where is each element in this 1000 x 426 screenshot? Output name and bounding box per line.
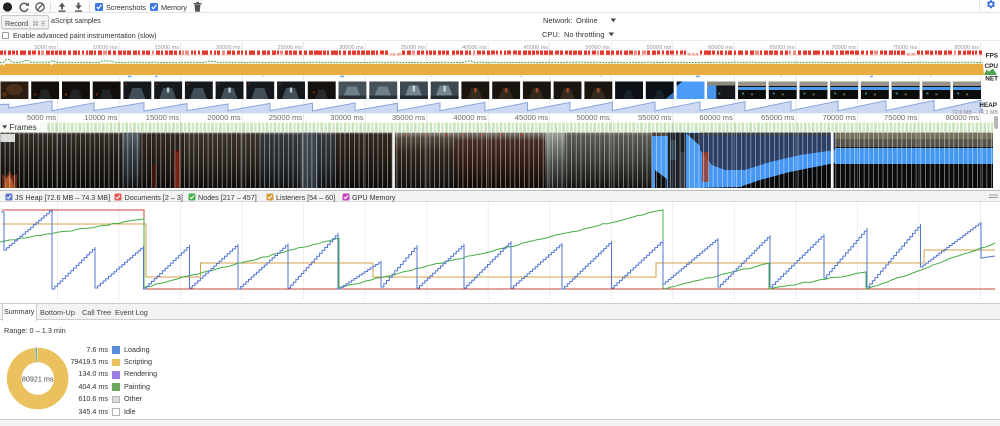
- svg-text:5000 ms: 5000 ms: [35, 45, 57, 51]
- svg-text:20000 ms: 20000 ms: [216, 45, 241, 51]
- svg-text:20000 ms: 20000 ms: [207, 113, 241, 122]
- svg-text:10000 ms: 10000 ms: [93, 45, 118, 51]
- svg-text:30000 ms: 30000 ms: [339, 45, 364, 51]
- svg-text:55000 ms: 55000 ms: [647, 45, 672, 51]
- svg-text:72.6 MB – 74.3 MB: 72.6 MB – 74.3 MB: [952, 110, 999, 116]
- svg-text:40000 ms: 40000 ms: [453, 113, 487, 122]
- svg-text:10000 ms: 10000 ms: [84, 113, 118, 122]
- svg-text:50000 ms: 50000 ms: [585, 45, 610, 51]
- svg-text:HEAP: HEAP: [979, 102, 997, 109]
- svg-text:45000 ms: 45000 ms: [515, 113, 549, 122]
- svg-text:75000 ms: 75000 ms: [884, 113, 918, 122]
- svg-text:80000 ms: 80000 ms: [954, 45, 979, 51]
- svg-text:65000 ms: 65000 ms: [761, 113, 795, 122]
- svg-text:75000 ms: 75000 ms: [893, 45, 918, 51]
- svg-text:Frames: Frames: [10, 123, 37, 132]
- svg-text:50000 ms: 50000 ms: [576, 113, 610, 122]
- svg-text:60000 ms: 60000 ms: [708, 45, 733, 51]
- svg-text:65000 ms: 65000 ms: [770, 45, 795, 51]
- svg-text:55000 ms: 55000 ms: [638, 113, 672, 122]
- svg-text:FPS: FPS: [986, 53, 999, 60]
- svg-text:40000 ms: 40000 ms: [462, 45, 487, 51]
- svg-text:15000 ms: 15000 ms: [146, 113, 180, 122]
- svg-text:5000 ms: 5000 ms: [27, 113, 56, 122]
- svg-text:35000 ms: 35000 ms: [401, 45, 426, 51]
- svg-text:CPU: CPU: [985, 63, 999, 70]
- svg-text:70000 ms: 70000 ms: [831, 45, 856, 51]
- svg-text:60000 ms: 60000 ms: [699, 113, 733, 122]
- svg-text:25000 ms: 25000 ms: [269, 113, 303, 122]
- svg-text:45000 ms: 45000 ms: [524, 45, 549, 51]
- svg-text:15000 ms: 15000 ms: [155, 45, 180, 51]
- svg-text:35000 ms: 35000 ms: [392, 113, 426, 122]
- svg-text:70000 ms: 70000 ms: [823, 113, 857, 122]
- svg-text:25000 ms: 25000 ms: [278, 45, 303, 51]
- svg-text:30000 ms: 30000 ms: [330, 113, 364, 122]
